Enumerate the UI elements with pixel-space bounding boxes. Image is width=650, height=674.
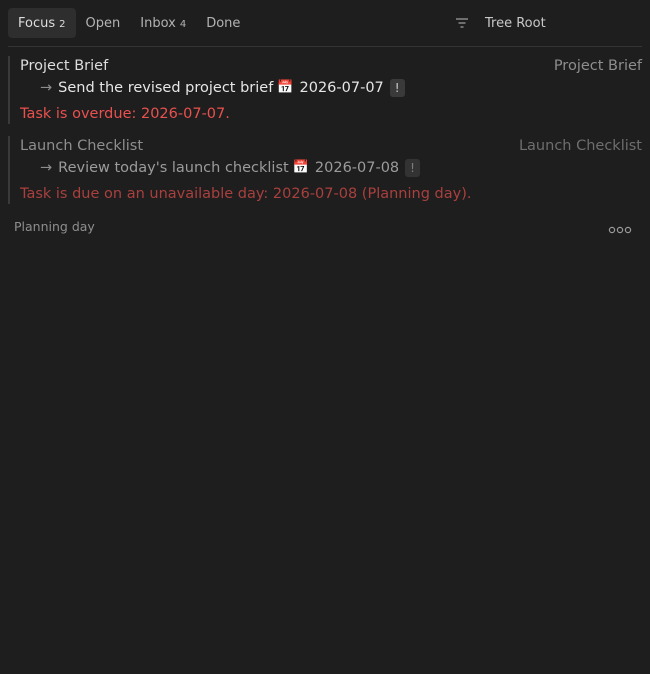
task-text[interactable]: Review today's launch checklist bbox=[58, 158, 289, 178]
tab-done-label: Done bbox=[206, 15, 241, 31]
card-source-link[interactable]: Launch Checklist bbox=[519, 136, 642, 156]
due-date: 2026-07-07 bbox=[299, 80, 384, 96]
toolbar: Focus 2 Open Inbox 4 Done Tree Root bbox=[8, 0, 642, 47]
task-line: → Review today's launch checklist 📅 2026… bbox=[20, 158, 642, 178]
tab-focus-count: 2 bbox=[59, 18, 66, 30]
tab-focus[interactable]: Focus 2 bbox=[8, 8, 76, 38]
task-list: Project Brief Project Brief → Send the r… bbox=[8, 56, 642, 216]
task-card: Project Brief Project Brief → Send the r… bbox=[8, 56, 642, 124]
filter-area bbox=[450, 8, 474, 38]
priority-badge: ! bbox=[389, 79, 405, 97]
view-tabs: Focus 2 Open Inbox 4 Done bbox=[8, 8, 250, 38]
more-options-icon[interactable] bbox=[608, 220, 632, 234]
calendar-icon: 📅 bbox=[277, 80, 294, 95]
filter-icon[interactable] bbox=[450, 11, 474, 35]
tab-done[interactable]: Done bbox=[196, 8, 250, 38]
task-card: Launch Checklist Launch Checklist → Revi… bbox=[8, 136, 642, 204]
task-line: → Send the revised project brief 📅 2026-… bbox=[20, 78, 642, 98]
footer-row: Planning day bbox=[14, 216, 636, 234]
tab-inbox[interactable]: Inbox 4 bbox=[130, 8, 196, 38]
tab-open-label: Open bbox=[85, 15, 121, 31]
card-title: Project Brief bbox=[20, 58, 109, 74]
task-text[interactable]: Send the revised project brief bbox=[58, 78, 273, 98]
unavailable-day-label: Planning day bbox=[14, 219, 95, 234]
priority-badge: ! bbox=[405, 159, 420, 177]
tab-inbox-count: 4 bbox=[179, 18, 187, 30]
arrow-icon: → bbox=[40, 160, 53, 176]
tab-open[interactable]: Open bbox=[76, 8, 131, 38]
scope-selector[interactable]: Tree Root bbox=[485, 8, 546, 38]
tab-inbox-label: Inbox bbox=[140, 15, 176, 31]
calendar-icon: 📅 bbox=[292, 160, 309, 175]
overdue-message: Task is overdue: 2026-07-07. bbox=[20, 106, 230, 122]
arrow-icon: → bbox=[40, 80, 53, 96]
due-date: 2026-07-08 bbox=[314, 160, 400, 176]
tab-focus-label: Focus bbox=[18, 15, 56, 31]
unavailable-day-message: Task is due on an unavailable day: 2026-… bbox=[20, 186, 472, 202]
card-source-link[interactable]: Project Brief bbox=[554, 56, 642, 76]
